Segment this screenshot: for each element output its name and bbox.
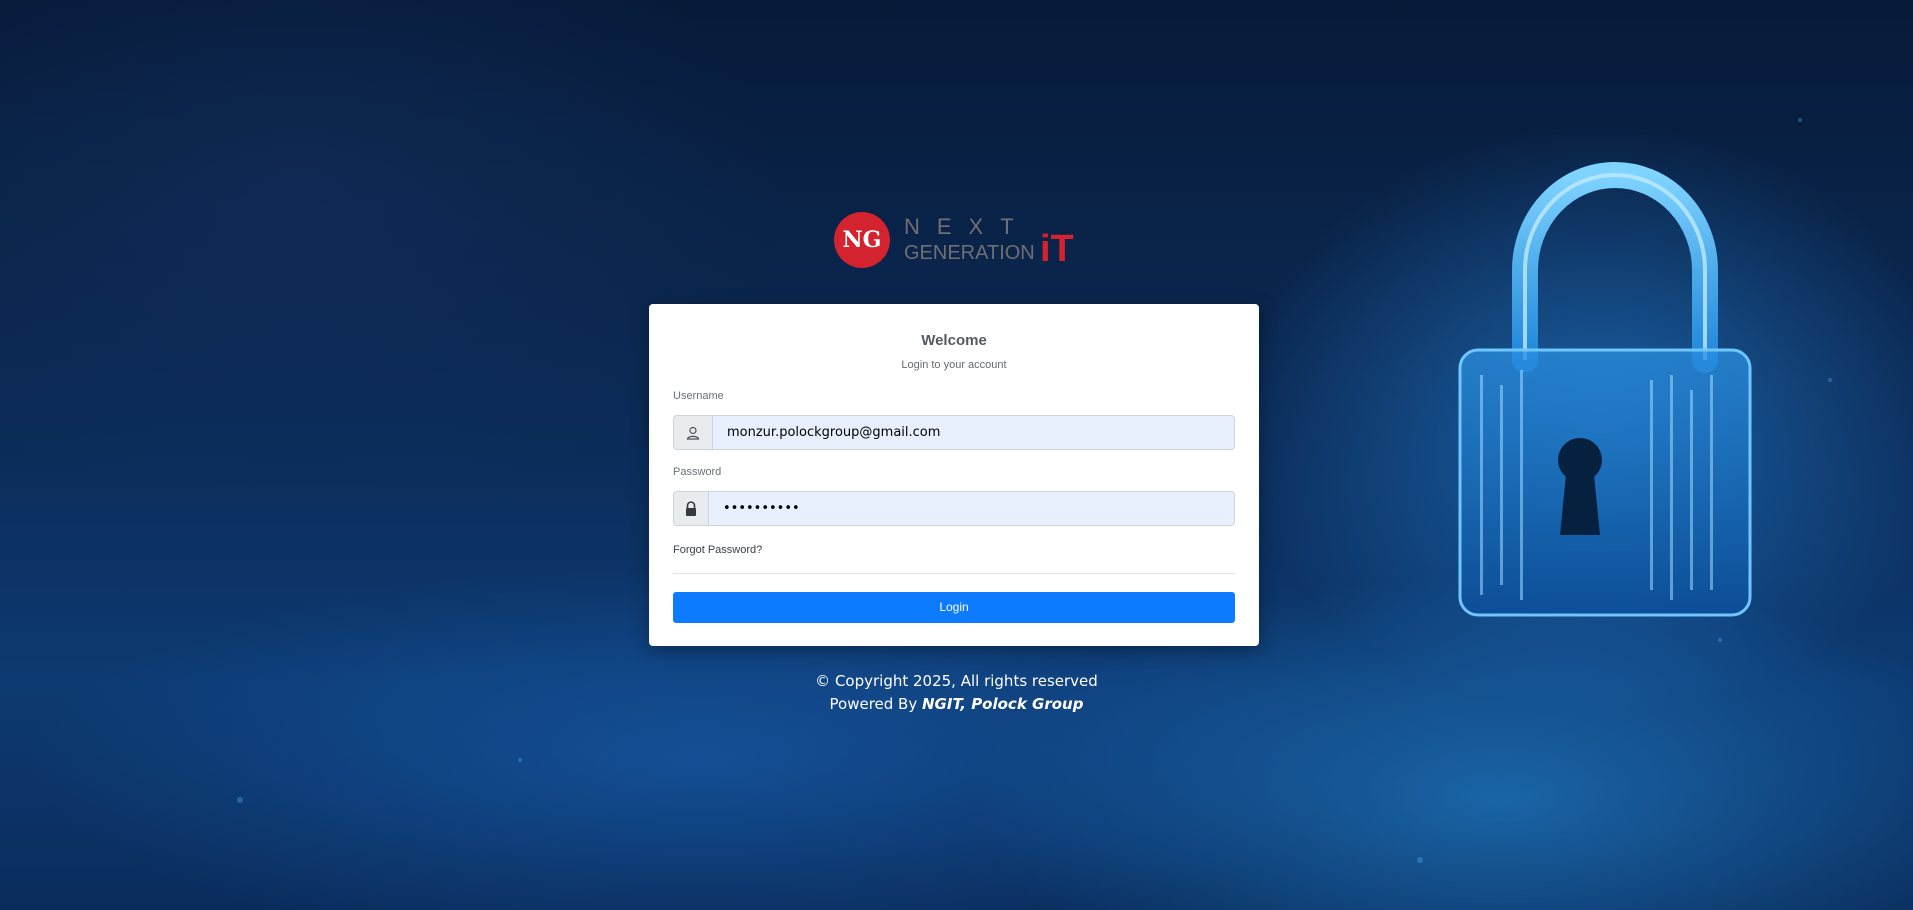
forgot-password-link[interactable]: Forgot Password?	[673, 544, 762, 556]
brand-logo: NG NEXT GENERATION iT	[834, 208, 1074, 274]
lock-icon	[673, 491, 708, 526]
powered-by-prefix: Powered By	[829, 695, 922, 713]
logo-mark: NG	[834, 212, 890, 268]
logo-text-next: NEXT	[904, 214, 1031, 239]
password-input[interactable]: ••••••••••	[708, 491, 1235, 526]
padlock-icon	[1458, 162, 1752, 617]
password-input-group: ••••••••••	[673, 491, 1235, 526]
login-page: NG NEXT GENERATION iT Welcome Login to y…	[0, 0, 1913, 910]
username-label: Username	[673, 390, 724, 402]
card-title: Welcome	[921, 332, 987, 349]
powered-by-company: NGIT, Polock Group	[922, 695, 1084, 713]
logo-text-it: iT	[1040, 228, 1074, 270]
username-input[interactable]: monzur.polockgroup@gmail.com	[712, 415, 1235, 450]
password-label: Password	[673, 466, 722, 478]
copyright-text: © Copyright 2025, All rights reserved	[815, 672, 1098, 690]
divider	[673, 573, 1235, 574]
powered-by-text: Powered By NGIT, Polock Group	[0, 695, 1913, 713]
logo-text-generation: GENERATION	[904, 242, 1035, 264]
login-button[interactable]: Login	[673, 592, 1235, 623]
login-card: Welcome Login to your account Username m…	[649, 304, 1259, 646]
user-icon	[673, 415, 712, 450]
card-subtitle: Login to your account	[901, 359, 1007, 371]
username-input-group: monzur.polockgroup@gmail.com	[673, 415, 1235, 450]
